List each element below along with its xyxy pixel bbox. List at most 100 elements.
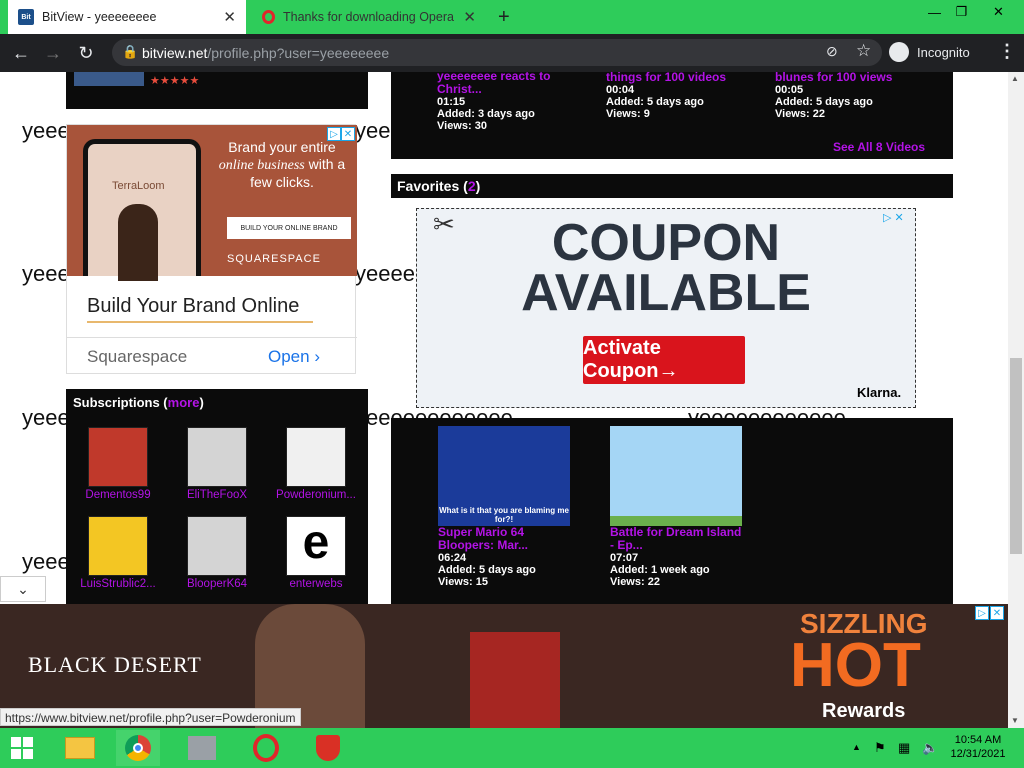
- more-link[interactable]: more: [168, 395, 200, 410]
- scroll-up-icon[interactable]: ▲: [1011, 74, 1019, 83]
- ad-advertiser: Squarespace: [87, 347, 188, 366]
- volume-muted-icon[interactable]: 🔈: [922, 740, 938, 756]
- video-title[interactable]: Battle for Dream Island - Ep...: [610, 526, 742, 552]
- avatar[interactable]: e: [286, 516, 346, 576]
- chrome-button[interactable]: [116, 730, 160, 766]
- close-tab-icon[interactable]: ✕: [223, 8, 236, 26]
- subscription-name[interactable]: Dementos99: [73, 489, 163, 501]
- tab-bitview[interactable]: Bit BitView - yeeeeeeee ✕: [8, 0, 246, 34]
- coupon-ad[interactable]: ✂ COUPON AVAILABLE Activate Coupon→ Klar…: [416, 208, 916, 408]
- black-desert-ad[interactable]: BLACK DESERT SIZZLING HOT Rewards ▷ ✕ ht…: [0, 604, 1008, 728]
- ad-hot-line3: Rewards: [822, 700, 906, 722]
- thumbnail-ground: [610, 516, 742, 526]
- eye-off-icon[interactable]: ⊘: [826, 43, 838, 60]
- incognito-label: Incognito: [917, 44, 970, 60]
- ad-choices-icon[interactable]: ▷: [975, 606, 989, 620]
- video-thumbnail[interactable]: What is it that you are blaming me for?!: [438, 426, 570, 526]
- clock-date: 12/31/2021: [950, 748, 1006, 760]
- avatar[interactable]: [286, 427, 346, 487]
- video-item[interactable]: yeeeeeeee reacts to Christ... 01:15 Adde…: [437, 72, 577, 132]
- ad-close-icon[interactable]: ✕: [341, 127, 355, 141]
- incognito-indicator[interactable]: Incognito: [889, 40, 970, 64]
- ad-choices-icon[interactable]: ▷ ✕: [883, 211, 904, 224]
- video-item[interactable]: things for 100 videos: [606, 72, 746, 84]
- file-explorer-button[interactable]: [58, 730, 102, 766]
- lock-icon: 🔒: [122, 44, 139, 59]
- star-icon[interactable]: ☆: [856, 41, 871, 61]
- ad-image: TerraLoom Brand your entire online busin…: [67, 125, 357, 281]
- avatar[interactable]: [88, 427, 148, 487]
- video-meta: 00:05 Added: 5 days ago Views: 22: [775, 84, 915, 120]
- video-title[interactable]: Super Mario 64 Bloopers: Mar...: [438, 526, 570, 552]
- ad-hot-line2: HOT: [790, 631, 921, 700]
- start-button[interactable]: [0, 730, 44, 766]
- video-item[interactable]: What is it that you are blaming me for?!…: [438, 426, 570, 588]
- scrollbar-thumb[interactable]: [1010, 358, 1022, 554]
- see-all-videos-link[interactable]: See All 8 Videos: [833, 140, 925, 154]
- favorites-count[interactable]: 2: [468, 178, 476, 194]
- video-item[interactable]: Battle for Dream Island - Ep... 07:07 Ad…: [610, 426, 742, 588]
- avatar[interactable]: [187, 427, 247, 487]
- subscription-name[interactable]: Powderonium...: [271, 489, 361, 501]
- ad-choices-icon[interactable]: ▷: [327, 127, 341, 141]
- video-thumbnail[interactable]: [610, 426, 742, 526]
- avatar[interactable]: [88, 516, 148, 576]
- chrome-icon: [125, 735, 151, 761]
- subscription-item[interactable]: BlooperK64: [172, 516, 262, 590]
- restore-button[interactable]: ❐: [945, 2, 978, 22]
- network-icon[interactable]: ▦: [898, 740, 910, 756]
- video-title[interactable]: yeeeeeeee reacts to Christ...: [437, 72, 577, 96]
- opera-button[interactable]: [244, 730, 288, 766]
- divider: [67, 337, 357, 338]
- video-title[interactable]: things for 100 videos: [606, 72, 746, 84]
- address-bar[interactable]: 🔒 bitview.net/profile.php?user=yeeeeeeee: [112, 39, 882, 66]
- scroll-down-icon[interactable]: ▼: [1011, 716, 1019, 725]
- coupon-line2: AVAILABLE: [521, 264, 811, 322]
- subscription-item[interactable]: LuisStrublic2...: [73, 516, 163, 590]
- tab-opera[interactable]: Thanks for downloading Opera ✕: [252, 0, 486, 34]
- video-added: Added: 3 days ago: [437, 108, 535, 120]
- subscription-name[interactable]: LuisStrublic2...: [73, 578, 163, 590]
- forward-button[interactable]: →: [42, 42, 64, 64]
- activate-coupon-button[interactable]: Activate Coupon→: [583, 336, 745, 384]
- close-window-button[interactable]: ✕: [982, 2, 1015, 22]
- app-button[interactable]: [180, 730, 224, 766]
- rating-stars: ★★★★★: [150, 75, 200, 87]
- videos-panel: yeeeeeeee reacts to Christ... 01:15 Adde…: [391, 72, 953, 159]
- collapse-ad-button[interactable]: ⌄: [0, 576, 46, 602]
- video-title[interactable]: blunes for 100 views: [775, 72, 915, 84]
- subscription-name[interactable]: enterwebs: [271, 578, 361, 590]
- opera-favicon-icon: [262, 10, 275, 24]
- favorites-header: Favorites (2): [391, 174, 953, 198]
- ad-open-button[interactable]: Open ›: [268, 347, 320, 367]
- phone-brand: TerraLoom: [112, 180, 165, 192]
- ad-title-underline: [87, 321, 313, 323]
- flag-icon[interactable]: ⚑: [874, 740, 886, 756]
- ad-headline-1: Brand your entire: [228, 139, 336, 155]
- menu-icon[interactable]: ⋮: [998, 41, 1016, 62]
- opera-icon: [253, 734, 279, 762]
- subscription-item[interactable]: Powderonium...: [271, 427, 361, 501]
- ad-close-icon[interactable]: ✕: [990, 606, 1004, 620]
- featured-video-panel: ★★★★★: [66, 72, 368, 109]
- back-button[interactable]: ←: [10, 42, 32, 64]
- video-meta: 00:04 Added: 5 days ago Views: 9: [606, 84, 746, 120]
- video-thumbnail[interactable]: [74, 72, 144, 86]
- new-tab-button[interactable]: +: [498, 6, 510, 29]
- subscription-item[interactable]: e enterwebs: [271, 516, 361, 590]
- video-item[interactable]: blunes for 100 views: [775, 72, 915, 84]
- ad-title[interactable]: Build Your Brand Online: [87, 295, 299, 318]
- shield-app-button[interactable]: [306, 730, 350, 766]
- squarespace-ad[interactable]: TerraLoom Brand your entire online busin…: [66, 124, 357, 374]
- subscription-item[interactable]: EliTheFooX: [172, 427, 262, 501]
- video-added: Added: 5 days ago: [438, 564, 536, 576]
- reload-button[interactable]: ↻: [75, 42, 97, 64]
- tray-expand-icon[interactable]: ▲: [852, 742, 861, 752]
- avatar[interactable]: [187, 516, 247, 576]
- subscription-item[interactable]: Dementos99: [73, 427, 163, 501]
- system-clock[interactable]: 10:54 AM 12/31/2021: [946, 733, 1010, 761]
- close-tab-icon[interactable]: ✕: [463, 8, 476, 26]
- subscription-name[interactable]: EliTheFooX: [172, 489, 262, 501]
- subscription-name[interactable]: BlooperK64: [172, 578, 262, 590]
- video-duration: 00:04: [606, 84, 635, 96]
